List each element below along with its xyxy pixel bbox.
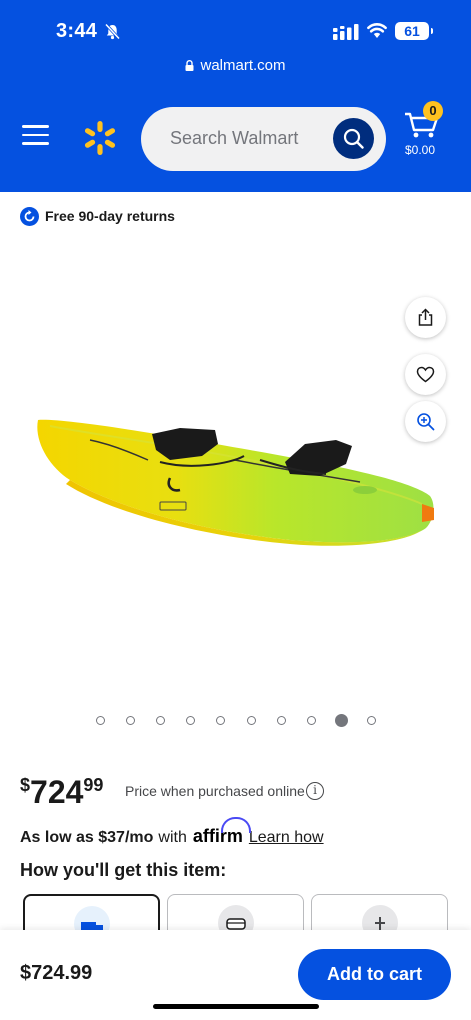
financing-amount: As low as $37/mo: [20, 829, 154, 846]
bottom-bar: $724.99 Add to cart: [0, 930, 471, 1020]
carousel-dot[interactable]: [186, 716, 196, 725]
heart-icon: [416, 366, 435, 383]
walmart-spark-icon[interactable]: [82, 120, 118, 156]
price-currency: $: [20, 775, 31, 795]
lock-icon: [185, 60, 194, 71]
affirm-logo: affirm: [192, 817, 251, 846]
search-bar[interactable]: Search Walmart: [141, 107, 386, 171]
add-to-cart-button[interactable]: Add to cart: [298, 949, 451, 1000]
learn-how-link[interactable]: Learn how: [249, 829, 324, 847]
carousel-dot[interactable]: [367, 716, 377, 725]
carousel-dot[interactable]: [216, 716, 226, 725]
battery-indicator: 61: [395, 22, 433, 40]
zoom-in-icon: [417, 413, 435, 431]
financing-with: with: [158, 829, 187, 846]
wifi-icon: [367, 23, 387, 38]
product-image[interactable]: [30, 400, 440, 580]
price-dollars: 724: [30, 774, 84, 810]
home-indicator: [153, 1004, 319, 1009]
signal-icon: [333, 24, 359, 40]
menu-icon[interactable]: [22, 125, 49, 147]
share-button[interactable]: [405, 297, 446, 338]
financing-row: As low as $37/mo with affirm Learn how: [20, 817, 324, 847]
product-price: $ 724 99: [20, 772, 103, 812]
carousel-dot[interactable]: [125, 716, 135, 725]
status-time: 3:44: [56, 20, 98, 42]
returns-icon: [20, 206, 39, 226]
favorite-button[interactable]: [405, 354, 446, 395]
url-text: walmart.com: [200, 57, 286, 74]
carousel-dot[interactable]: [155, 716, 165, 725]
fulfillment-heading: How you'll get this item:: [20, 860, 227, 880]
bell-off-icon: [104, 23, 121, 40]
search-input[interactable]: Search Walmart: [170, 128, 298, 149]
share-icon: [418, 308, 433, 326]
info-icon[interactable]: i: [306, 782, 324, 800]
carousel-dot[interactable]: [306, 716, 316, 725]
carousel-dot[interactable]: [335, 714, 349, 727]
url-bar[interactable]: walmart.com: [0, 57, 471, 74]
search-icon: [343, 128, 364, 149]
header: 3:44 61 walmart.com Search Walmart 0 $0.…: [0, 0, 471, 192]
carousel-dot[interactable]: [276, 716, 286, 725]
price-cents: 99: [83, 775, 104, 795]
cart-count-badge: 0: [423, 101, 443, 121]
zoom-button[interactable]: [405, 401, 446, 442]
image-carousel-dots[interactable]: [92, 713, 382, 729]
cart-total: $0.00: [405, 143, 436, 157]
carousel-dot[interactable]: [246, 716, 256, 725]
returns-label: Free 90-day returns: [45, 208, 175, 224]
returns-banner[interactable]: Free 90-day returns: [20, 206, 175, 226]
search-button[interactable]: [333, 118, 374, 159]
bottom-price: $724.99: [20, 962, 93, 984]
carousel-dot[interactable]: [95, 716, 105, 725]
price-note: Price when purchased online: [125, 783, 305, 799]
